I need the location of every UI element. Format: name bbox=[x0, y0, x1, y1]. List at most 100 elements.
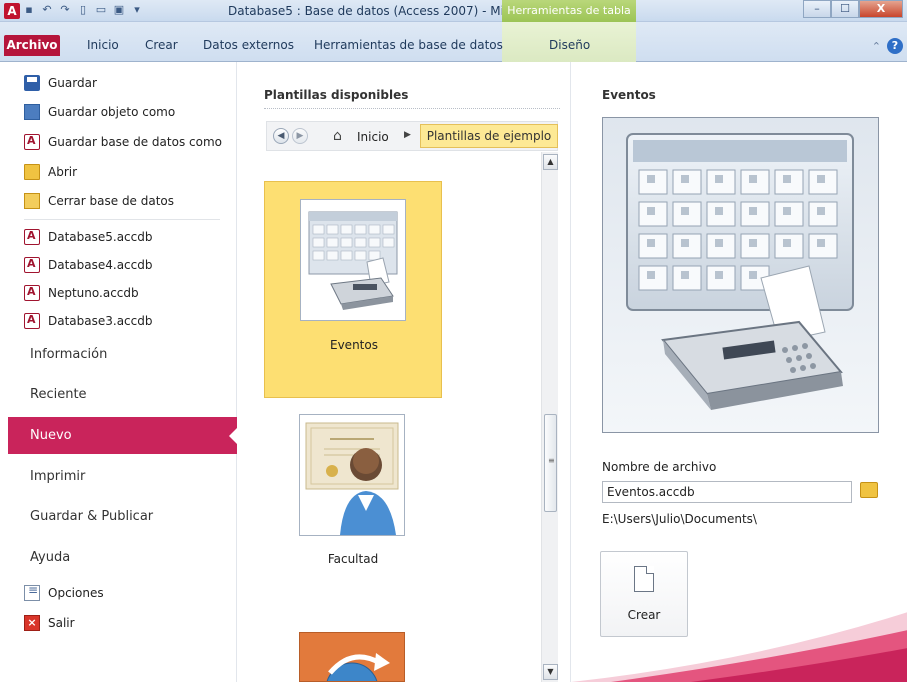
breadcrumb-home[interactable]: Inicio bbox=[357, 130, 389, 144]
options-icon bbox=[24, 583, 40, 601]
ribbon-tabs: Archivo Inicio Crear Datos externos Herr… bbox=[0, 22, 907, 62]
command-label: Guardar base de datos como bbox=[48, 135, 222, 149]
command-label: Abrir bbox=[48, 165, 78, 179]
guardar-command[interactable]: Guardar bbox=[24, 72, 97, 94]
open-folder-icon bbox=[24, 164, 40, 180]
home-icon[interactable]: ⌂ bbox=[333, 128, 342, 144]
window-title: Database5 : Base de datos (Access 2007) … bbox=[228, 4, 516, 18]
faculty-certificate-icon bbox=[305, 422, 399, 535]
nav-nuevo[interactable]: Nuevo bbox=[8, 417, 238, 454]
maximize-button[interactable]: ☐ bbox=[831, 0, 859, 18]
customize-toolbar-icon[interactable]: ▾ bbox=[130, 3, 144, 17]
save-icon bbox=[24, 75, 40, 91]
recent-file-item[interactable]: Database4.accdb bbox=[24, 254, 153, 276]
tab-inicio[interactable]: Inicio bbox=[87, 38, 119, 52]
globe-arrow-icon bbox=[326, 653, 390, 681]
section-title: Plantillas disponibles bbox=[264, 88, 409, 102]
ribbon-right-controls: ⌃ ? bbox=[872, 38, 903, 54]
nav-guardar-publicar[interactable]: Guardar & Publicar bbox=[8, 498, 237, 535]
save-object-icon bbox=[24, 104, 40, 120]
title-bar: A ▪ ↶ ↷ ▯ ▭ ▣ ▾ Database5 : Base de dato… bbox=[0, 0, 907, 22]
template-thumbnail bbox=[299, 632, 405, 682]
tab-crear[interactable]: Crear bbox=[145, 38, 178, 52]
redo-icon[interactable]: ↷ bbox=[58, 3, 72, 17]
window-controls: – ☐ X bbox=[803, 0, 903, 18]
context-group-table-tools: Herramientas de tabla bbox=[502, 0, 636, 22]
database-icon bbox=[24, 134, 40, 150]
database-icon bbox=[24, 229, 40, 245]
filename-label: Nombre de archivo bbox=[602, 460, 717, 474]
events-calendar-fax-icon bbox=[626, 133, 854, 410]
nav-imprimir[interactable]: Imprimir bbox=[8, 458, 237, 495]
recent-file-label: Database4.accdb bbox=[48, 258, 153, 272]
available-templates-pane: Plantillas disponibles ◀ ▶ ⌂ Inicio ▶ Pl… bbox=[238, 62, 570, 682]
salir-command[interactable]: × Salir bbox=[24, 612, 75, 634]
template-label: Eventos bbox=[330, 338, 378, 352]
scroll-up-icon[interactable]: ▲ bbox=[543, 154, 558, 170]
close-button[interactable]: X bbox=[859, 0, 903, 18]
cerrar-base-datos-command[interactable]: Cerrar base de datos bbox=[24, 190, 174, 212]
recent-file-item[interactable]: Database5.accdb bbox=[24, 226, 153, 248]
tab-archivo[interactable]: Archivo bbox=[4, 35, 60, 56]
command-label: Opciones bbox=[48, 586, 104, 600]
template-card[interactable] bbox=[264, 632, 442, 682]
tab-diseno[interactable]: Diseño bbox=[549, 38, 590, 52]
scroll-down-icon[interactable]: ▼ bbox=[543, 664, 558, 680]
opciones-command[interactable]: Opciones bbox=[24, 582, 104, 604]
template-card-eventos[interactable]: Eventos bbox=[264, 181, 442, 398]
template-preview bbox=[602, 117, 879, 433]
template-details-pane: Eventos Nombre de archivo Eventos.accdb … bbox=[570, 62, 907, 682]
command-label: Cerrar base de datos bbox=[48, 194, 175, 208]
breadcrumb-current[interactable]: Plantillas de ejemplo bbox=[420, 124, 558, 148]
minimize-button[interactable]: – bbox=[803, 0, 831, 18]
breadcrumb: ◀ ▶ ⌂ Inicio ▶ Plantillas de ejemplo bbox=[266, 121, 558, 151]
recent-file-label: Database5.accdb bbox=[48, 230, 153, 244]
browse-folder-icon[interactable] bbox=[860, 482, 878, 498]
recent-file-label: Neptuno.accdb bbox=[48, 286, 139, 300]
database-icon bbox=[24, 257, 40, 273]
help-icon[interactable]: ? bbox=[887, 38, 903, 54]
template-thumbnail bbox=[300, 199, 406, 321]
grip-icon: ≡ bbox=[548, 456, 555, 465]
command-label: Guardar objeto como bbox=[48, 105, 176, 119]
new-document-icon[interactable]: ▯ bbox=[76, 3, 90, 17]
nav-divider bbox=[24, 219, 220, 220]
guardar-objeto-como-command[interactable]: Guardar objeto como bbox=[24, 101, 175, 123]
nav-informacion[interactable]: Información bbox=[8, 336, 237, 373]
templates-scrollbar[interactable]: ▲ ≡ ▼ bbox=[541, 152, 558, 682]
open-folder-icon[interactable]: ▭ bbox=[94, 3, 108, 17]
decorative-swoosh bbox=[571, 612, 907, 682]
undo-icon[interactable]: ↶ bbox=[40, 3, 54, 17]
minimize-ribbon-icon[interactable]: ⌃ bbox=[872, 40, 881, 53]
abrir-command[interactable]: Abrir bbox=[24, 161, 77, 183]
print-preview-icon[interactable]: ▣ bbox=[112, 3, 126, 17]
backstage-nav: Guardar Guardar objeto como Guardar base… bbox=[0, 62, 238, 682]
command-label: Salir bbox=[48, 616, 75, 630]
quick-access-toolbar: ▪ ↶ ↷ ▯ ▭ ▣ ▾ bbox=[22, 3, 144, 17]
command-label: Guardar bbox=[48, 76, 97, 90]
tab-herramientas-base-datos[interactable]: Herramientas de base de datos bbox=[314, 38, 503, 52]
nav-reciente[interactable]: Reciente bbox=[8, 376, 237, 413]
events-calendar-fax-icon bbox=[308, 211, 398, 310]
template-card-facultad[interactable]: Facultad bbox=[264, 414, 442, 574]
guardar-base-datos-como-command[interactable]: Guardar base de datos como bbox=[24, 131, 222, 153]
nav-ayuda[interactable]: Ayuda bbox=[8, 539, 237, 576]
chevron-right-icon: ▶ bbox=[404, 130, 411, 140]
tab-datos-externos[interactable]: Datos externos bbox=[203, 38, 294, 52]
divider bbox=[264, 108, 560, 109]
file-path: E:\Users\Julio\Documents\ bbox=[602, 512, 757, 526]
recent-file-item[interactable]: Database3.accdb bbox=[24, 310, 153, 332]
database-icon bbox=[24, 313, 40, 329]
filename-input[interactable] bbox=[602, 481, 852, 503]
back-icon[interactable]: ◀ bbox=[273, 128, 289, 144]
exit-icon: × bbox=[24, 615, 40, 631]
recent-file-item[interactable]: Neptuno.accdb bbox=[24, 282, 139, 304]
access-app-icon[interactable]: A bbox=[4, 3, 20, 19]
scroll-thumb[interactable]: ≡ bbox=[544, 414, 557, 512]
save-icon[interactable]: ▪ bbox=[22, 3, 36, 17]
forward-icon[interactable]: ▶ bbox=[292, 128, 308, 144]
new-document-icon bbox=[634, 566, 654, 592]
close-database-icon bbox=[24, 193, 40, 209]
template-thumbnail bbox=[299, 414, 405, 536]
recent-file-label: Database3.accdb bbox=[48, 314, 153, 328]
